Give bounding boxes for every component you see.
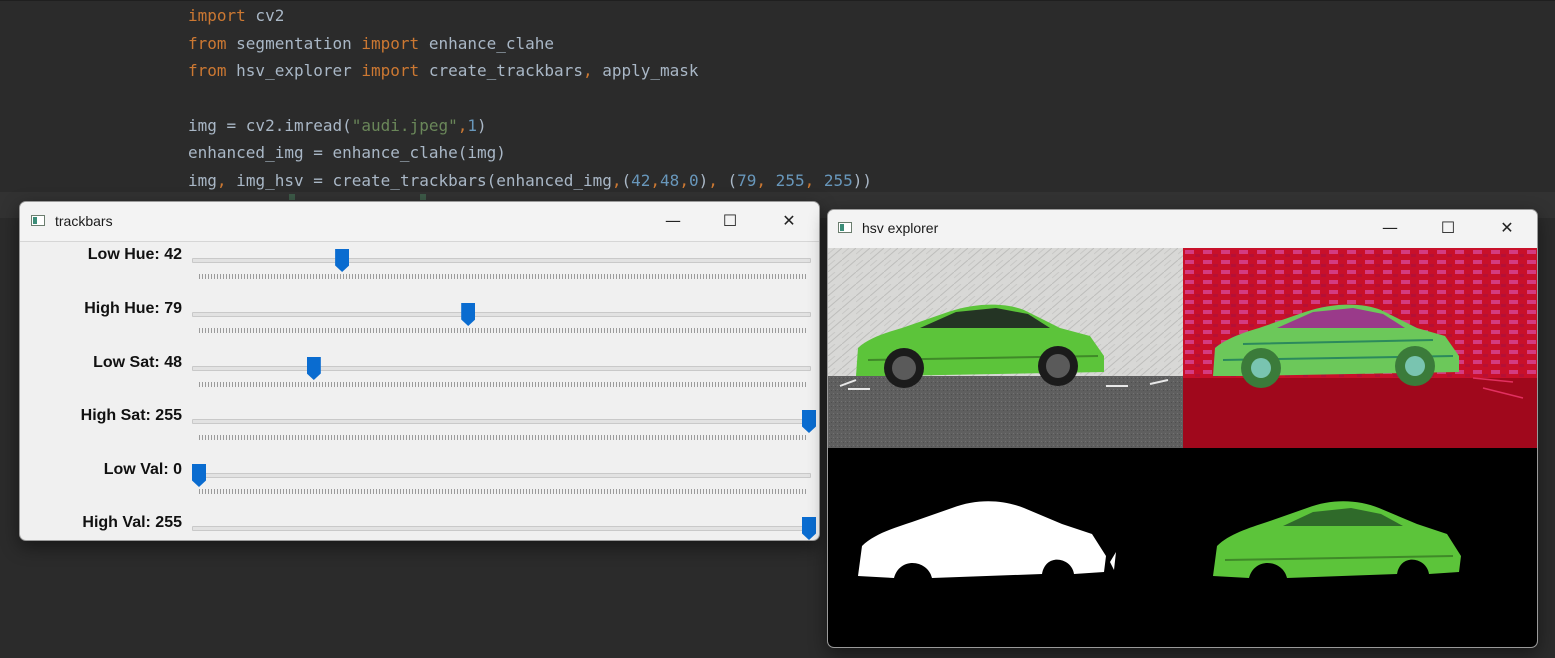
comma: , bbox=[611, 171, 622, 190]
opencv-window-icon bbox=[31, 215, 45, 226]
code-text: img_hsv = create_trackbars(enhanced_img bbox=[226, 171, 612, 190]
comma: , bbox=[582, 61, 593, 80]
slider-ticks bbox=[199, 435, 807, 440]
code-text: img = cv2.imread( bbox=[188, 116, 352, 135]
code-text: apply_mask bbox=[592, 61, 699, 80]
slider-thumb[interactable] bbox=[306, 357, 321, 380]
number-literal: 0 bbox=[688, 171, 699, 190]
comma: , bbox=[804, 171, 815, 190]
code-text: segmentation bbox=[226, 34, 362, 53]
comma: , bbox=[708, 171, 718, 190]
code-text: ( bbox=[717, 171, 738, 190]
window-title: hsv explorer bbox=[862, 220, 939, 236]
code-text: hsv_explorer bbox=[226, 61, 362, 80]
gutter-marker bbox=[420, 194, 426, 200]
trackbar-label: Low Val: 0 bbox=[103, 461, 182, 478]
slider-thumb[interactable] bbox=[802, 410, 816, 433]
maximize-button[interactable]: ☐ bbox=[707, 211, 753, 230]
slider-track[interactable] bbox=[192, 366, 811, 371]
code-line-3[interactable]: from hsv_explorer import create_trackbar… bbox=[188, 57, 699, 84]
trackbars-window[interactable]: trackbars — ☐ ✕ Low Hue: 42 High Hue: 79… bbox=[19, 201, 820, 541]
gutter-marker bbox=[289, 194, 295, 200]
number-literal: 42 bbox=[631, 171, 651, 190]
hsv-explorer-window[interactable]: hsv explorer — ☐ ✕ bbox=[827, 209, 1538, 648]
code-line-1[interactable]: import cv2 bbox=[188, 2, 284, 29]
number-literal: 255 bbox=[814, 171, 853, 190]
slider-track[interactable] bbox=[192, 258, 811, 263]
slider-thumb[interactable] bbox=[335, 249, 350, 272]
slider-thumb[interactable] bbox=[192, 464, 206, 487]
keyword: import bbox=[188, 6, 246, 25]
slider-ticks bbox=[199, 382, 807, 387]
code-text: enhance_clahe bbox=[419, 34, 555, 53]
trackbar-low-val[interactable]: Low Val: 0 bbox=[20, 459, 819, 513]
editor-top-border bbox=[0, 0, 1555, 1]
hsv-image bbox=[1183, 248, 1537, 448]
mask-image bbox=[828, 448, 1183, 647]
trackbar-low-sat[interactable]: Low Sat: 48 bbox=[20, 352, 819, 406]
keyword: from bbox=[188, 34, 227, 53]
original-image bbox=[828, 248, 1183, 448]
code-text: ) bbox=[698, 171, 709, 190]
trackbar-label: Low Sat: 48 bbox=[93, 354, 182, 371]
keyword: import bbox=[361, 61, 420, 80]
minimize-button[interactable]: — bbox=[650, 211, 696, 230]
code-text: )) bbox=[852, 171, 873, 190]
code-line-7[interactable]: img, img_hsv = create_trackbars(enhanced… bbox=[188, 167, 872, 194]
slider-thumb[interactable] bbox=[461, 303, 476, 326]
trackbar-label: High Val: 255 bbox=[82, 514, 182, 531]
trackbar-label: Low Hue: 42 bbox=[87, 246, 182, 263]
code-line-5[interactable]: img = cv2.imread("audi.jpeg",1) bbox=[188, 112, 487, 139]
window-title: trackbars bbox=[55, 213, 113, 229]
comma: , bbox=[756, 171, 767, 190]
minimize-button[interactable]: — bbox=[1367, 218, 1413, 237]
window-titlebar[interactable]: trackbars — ☐ ✕ bbox=[20, 202, 819, 242]
trackbar-label: High Sat: 255 bbox=[80, 407, 182, 424]
comma: , bbox=[650, 171, 661, 190]
comma: , bbox=[216, 171, 227, 190]
opencv-window-icon bbox=[838, 222, 852, 233]
slider-thumb[interactable] bbox=[802, 517, 816, 540]
trackbar-low-hue[interactable]: Low Hue: 42 bbox=[20, 244, 819, 298]
slider-ticks bbox=[199, 328, 807, 333]
slider-track[interactable] bbox=[192, 526, 811, 531]
slider-track[interactable] bbox=[192, 473, 811, 478]
window-titlebar[interactable]: hsv explorer — ☐ ✕ bbox=[828, 210, 1537, 249]
code-line-6[interactable]: enhanced_img = enhance_clahe(img) bbox=[188, 139, 506, 166]
slider-ticks bbox=[199, 274, 807, 279]
string-literal: "audi.jpeg" bbox=[351, 116, 458, 135]
close-button[interactable]: ✕ bbox=[766, 211, 812, 230]
keyword: import bbox=[361, 34, 420, 53]
slider-track[interactable] bbox=[192, 312, 811, 317]
masked-result-image bbox=[1183, 448, 1537, 647]
number-literal: 1 bbox=[467, 116, 478, 135]
trackbar-high-sat[interactable]: High Sat: 255 bbox=[20, 405, 819, 459]
code-text: ( bbox=[621, 171, 632, 190]
code-text: ) bbox=[477, 116, 487, 135]
code-text: img bbox=[188, 171, 217, 190]
code-text: enhanced_img = enhance_clahe(img) bbox=[188, 143, 506, 162]
number-literal: 48 bbox=[660, 171, 680, 190]
code-text: create_trackbars bbox=[419, 61, 583, 80]
number-literal: 79 bbox=[737, 171, 757, 190]
slider-track[interactable] bbox=[192, 419, 811, 424]
code-text: cv2 bbox=[245, 6, 285, 25]
trackbar-high-hue[interactable]: High Hue: 79 bbox=[20, 298, 819, 352]
slider-ticks bbox=[199, 489, 807, 494]
trackbar-label: High Hue: 79 bbox=[84, 300, 182, 317]
comma: , bbox=[679, 171, 689, 190]
maximize-button[interactable]: ☐ bbox=[1425, 218, 1471, 237]
trackbar-high-val[interactable]: High Val: 255 bbox=[20, 512, 819, 540]
keyword: from bbox=[188, 61, 227, 80]
code-line-2[interactable]: from segmentation import enhance_clahe bbox=[188, 30, 554, 57]
number-literal: 255 bbox=[766, 171, 805, 190]
close-button[interactable]: ✕ bbox=[1484, 218, 1530, 237]
comma: , bbox=[457, 116, 468, 135]
